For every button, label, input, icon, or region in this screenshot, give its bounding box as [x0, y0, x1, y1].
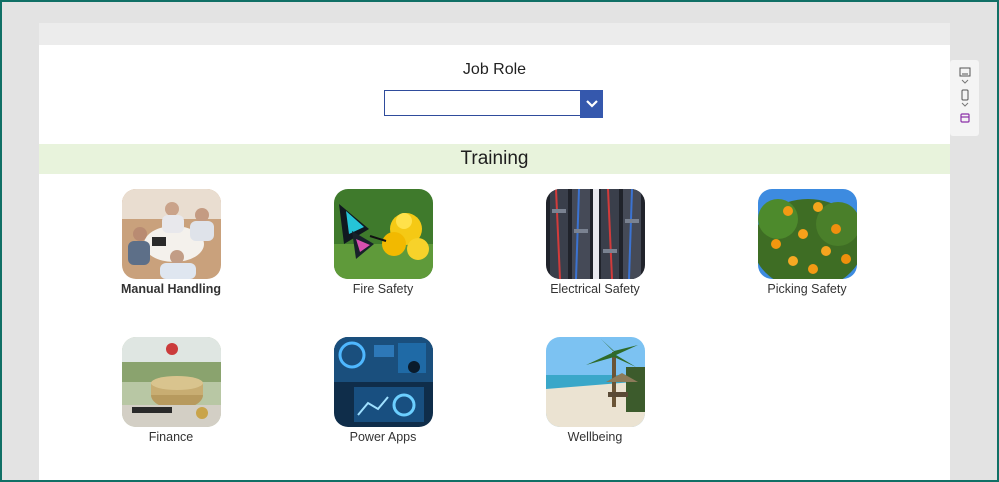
training-section-header: Training — [39, 144, 950, 174]
job-role-dropdown[interactable] — [384, 90, 603, 118]
tile-label: Finance — [148, 430, 194, 444]
picking-safety-image[interactable] — [757, 189, 857, 279]
dropdown-toggle-button[interactable] — [580, 90, 603, 118]
chevron-down-icon[interactable] — [961, 102, 969, 108]
tile-manual-handling[interactable]: Manual Handling — [101, 189, 241, 296]
phone-layout-icon[interactable] — [959, 89, 971, 101]
fire-safety-image[interactable] — [333, 189, 433, 279]
finance-image[interactable] — [121, 337, 221, 427]
manual-handling-image[interactable] — [121, 189, 221, 279]
power-apps-image[interactable] — [333, 337, 433, 427]
wellbeing-image[interactable] — [545, 337, 645, 427]
tile-label: Manual Handling — [121, 282, 221, 296]
tile-label: Fire Safety — [352, 282, 414, 296]
tile-finance[interactable]: Finance — [101, 337, 241, 444]
electrical-safety-image[interactable] — [545, 189, 645, 279]
tile-wellbeing[interactable]: Wellbeing — [525, 337, 665, 444]
tile-label: Power Apps — [349, 430, 417, 444]
layout-side-panel — [950, 60, 979, 136]
job-role-label: Job Role — [462, 61, 527, 78]
tile-label: Picking Safety — [767, 282, 847, 296]
tile-electrical-safety[interactable]: Electrical Safety — [525, 189, 665, 296]
tile-fire-safety[interactable]: Fire Safety — [313, 189, 453, 296]
canvas-top-bar — [39, 23, 950, 45]
tile-power-apps[interactable]: Power Apps — [313, 337, 453, 444]
chevron-down-icon — [585, 100, 598, 108]
tile-label: Wellbeing — [567, 430, 623, 444]
chevron-down-icon[interactable] — [961, 79, 969, 85]
app-canvas: Job Role Training Manual Handling Fire S… — [39, 23, 950, 482]
app-layout-icon[interactable] — [959, 112, 971, 124]
tile-picking-safety[interactable]: Picking Safety — [737, 189, 877, 296]
tile-label: Electrical Safety — [550, 282, 640, 296]
screen-layout-icon[interactable] — [959, 66, 971, 78]
